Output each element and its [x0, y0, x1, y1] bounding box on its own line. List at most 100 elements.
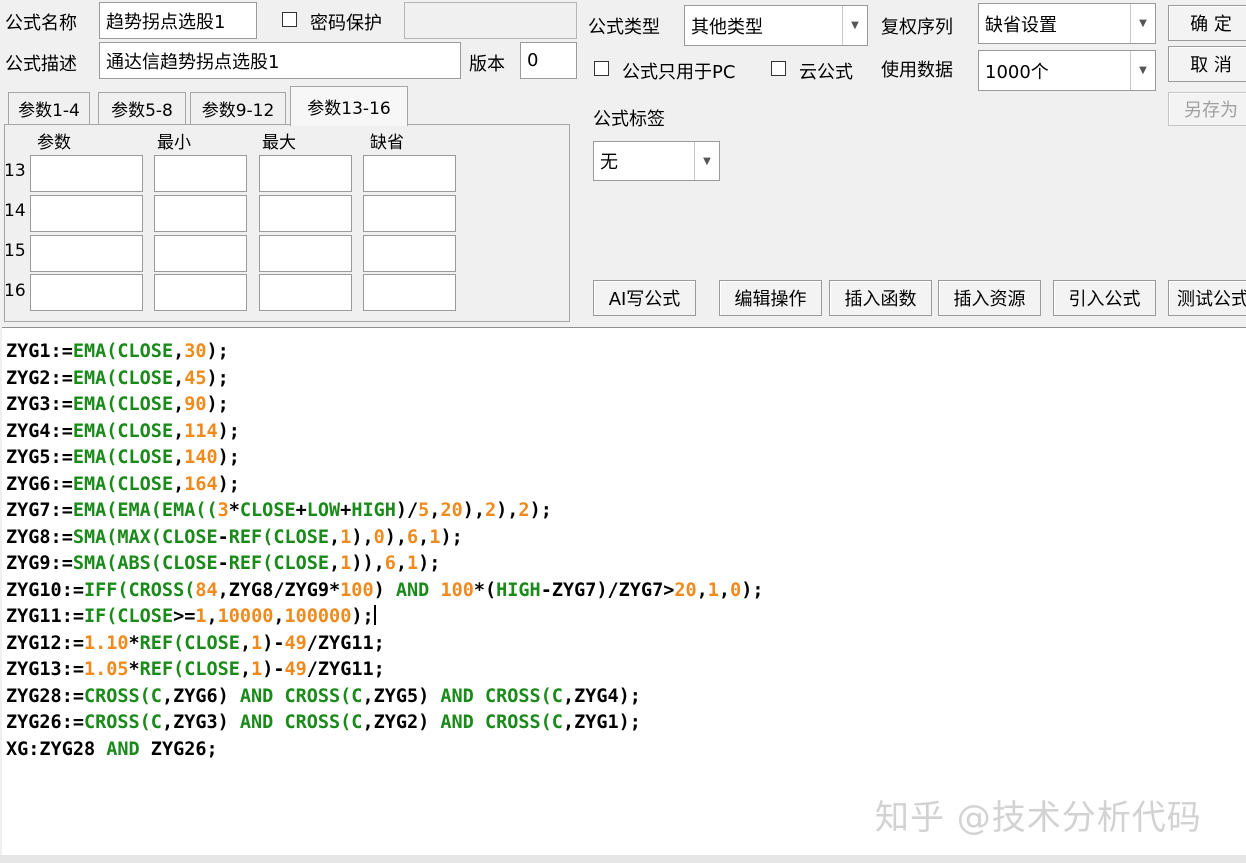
import-formula-button[interactable]: 引入公式	[1053, 280, 1156, 316]
tab-params-13-16[interactable]: 参数13-16	[290, 86, 408, 126]
cancel-button[interactable]: 取 消	[1168, 46, 1246, 82]
code-token: 90	[184, 394, 207, 415]
code-token: ,ZYG2)	[362, 712, 441, 733]
insert-function-button[interactable]: 插入函数	[829, 280, 932, 316]
param-row-number: 13	[4, 161, 26, 181]
save-as-button[interactable]: 另存为	[1168, 92, 1246, 126]
tab-params-5-8[interactable]: 参数5-8	[98, 92, 186, 124]
password-input[interactable]	[404, 2, 577, 39]
use-data-select[interactable]: 1000个 ▼	[978, 50, 1156, 91]
code-token: ZYG2:=	[6, 367, 73, 389]
code-token: );	[351, 606, 374, 627]
code-token: )-	[262, 632, 285, 654]
watermark-text: 知乎 @技术分析代码	[875, 798, 1202, 838]
code-token: ZYG13:=	[6, 659, 84, 680]
code-token: ,	[395, 553, 408, 574]
code-token: CLOSE	[117, 394, 174, 415]
use-data-label: 使用数据	[881, 60, 953, 81]
param-max-input[interactable]	[259, 155, 352, 192]
password-checkbox[interactable]	[282, 12, 297, 27]
code-token: AND	[239, 712, 274, 733]
edit-operations-button[interactable]: 编辑操作	[719, 280, 822, 316]
formula-tag-select[interactable]: 无 ▼	[593, 141, 720, 181]
param-max-input[interactable]	[259, 195, 352, 232]
param-name-input[interactable]	[30, 155, 143, 192]
param-name-input[interactable]	[30, 274, 143, 311]
code-token: ZYG11:=	[6, 606, 84, 627]
formula-name-input[interactable]: 趋势拐点选股1	[99, 2, 257, 39]
ok-button[interactable]: 确 定	[1168, 5, 1246, 41]
code-token: EMA(	[72, 473, 118, 495]
param-name-input[interactable]	[30, 235, 143, 272]
param-default-input[interactable]	[363, 155, 456, 192]
code-token: );	[217, 473, 240, 495]
code-token: C	[551, 685, 563, 707]
cloud-formula-checkbox[interactable]	[771, 61, 786, 76]
code-line: ZYG2:=EMA(CLOSE,45);	[6, 366, 763, 393]
tab-params-9-12[interactable]: 参数9-12	[190, 92, 286, 124]
code-token: CROSS(	[284, 712, 352, 733]
code-token: CLOSE	[184, 659, 240, 680]
code-token: ),	[496, 500, 519, 521]
param-min-input[interactable]	[154, 274, 247, 311]
code-token: ,ZYG5)	[362, 685, 441, 707]
code-token: *(	[473, 579, 497, 601]
code-token: REF(	[228, 553, 274, 574]
code-token: ZYG6:=	[6, 473, 73, 495]
code-token: EMA(	[72, 394, 118, 415]
code-line: ZYG10:=IFF(CROSS(84,ZYG8/ZYG9*100) AND 1…	[6, 578, 763, 605]
code-line: ZYG13:=1.05*REF(CLOSE,1)-49/ZYG11;	[6, 657, 763, 684]
tab-params-1-4[interactable]: 参数1-4	[8, 92, 90, 124]
code-token: 1	[407, 553, 419, 574]
param-min-input[interactable]	[154, 235, 247, 272]
code-token: ZYG5:=	[6, 447, 73, 468]
test-formula-button[interactable]: 测试公式	[1168, 280, 1246, 316]
code-token: C	[150, 712, 162, 733]
formula-desc-input[interactable]: 通达信趋势拐点选股1	[99, 42, 461, 79]
code-token: ,	[429, 500, 441, 521]
param-default-input[interactable]	[363, 235, 456, 272]
code-token: ),	[351, 526, 374, 548]
param-name-input[interactable]	[30, 195, 143, 232]
code-token: ),	[384, 526, 408, 548]
version-input[interactable]: 0	[520, 42, 577, 79]
chevron-down-icon: ▼	[1130, 4, 1155, 43]
ai-write-formula-button[interactable]: AI写公式	[593, 280, 696, 316]
code-token: C	[351, 712, 363, 733]
param-max-input[interactable]	[259, 274, 352, 311]
param-max-input[interactable]	[259, 235, 352, 272]
code-token: ,ZYG8/ZYG9*	[217, 579, 341, 601]
param-header-max: 最大	[262, 133, 296, 153]
code-token: CLOSE	[273, 526, 330, 548]
code-token: 100	[440, 579, 474, 601]
horizontal-scrollbar[interactable]	[0, 855, 1246, 863]
chevron-down-icon: ▼	[1130, 51, 1155, 90]
code-token: 1	[195, 606, 207, 627]
code-token: );	[206, 367, 229, 389]
code-token: C	[351, 685, 363, 707]
code-token: ZYG8:=	[6, 526, 73, 548]
code-token: 30	[184, 341, 207, 362]
code-token: CLOSE	[161, 553, 218, 574]
param-min-input[interactable]	[154, 155, 247, 192]
pc-only-checkbox[interactable]	[594, 61, 609, 76]
param-default-input[interactable]	[363, 195, 456, 232]
code-token: )	[373, 579, 396, 601]
code-token: CLOSE	[184, 632, 240, 654]
restore-seq-select[interactable]: 缺省设置 ▼	[978, 3, 1156, 44]
formula-tag-label: 公式标签	[593, 109, 665, 130]
param-min-input[interactable]	[154, 195, 247, 232]
formula-type-select[interactable]: 其他类型 ▼	[684, 5, 868, 46]
param-default-input[interactable]	[363, 274, 456, 311]
code-token: );	[217, 447, 240, 468]
text-cursor	[373, 605, 376, 625]
insert-resource-button[interactable]: 插入资源	[938, 280, 1041, 316]
code-token: ,	[239, 659, 252, 680]
code-token: EMA(	[72, 420, 118, 442]
code-token: REF(	[139, 632, 185, 654]
code-token: -ZYG7)/ZYG7>	[540, 579, 675, 601]
code-token: CLOSE	[117, 447, 174, 468]
